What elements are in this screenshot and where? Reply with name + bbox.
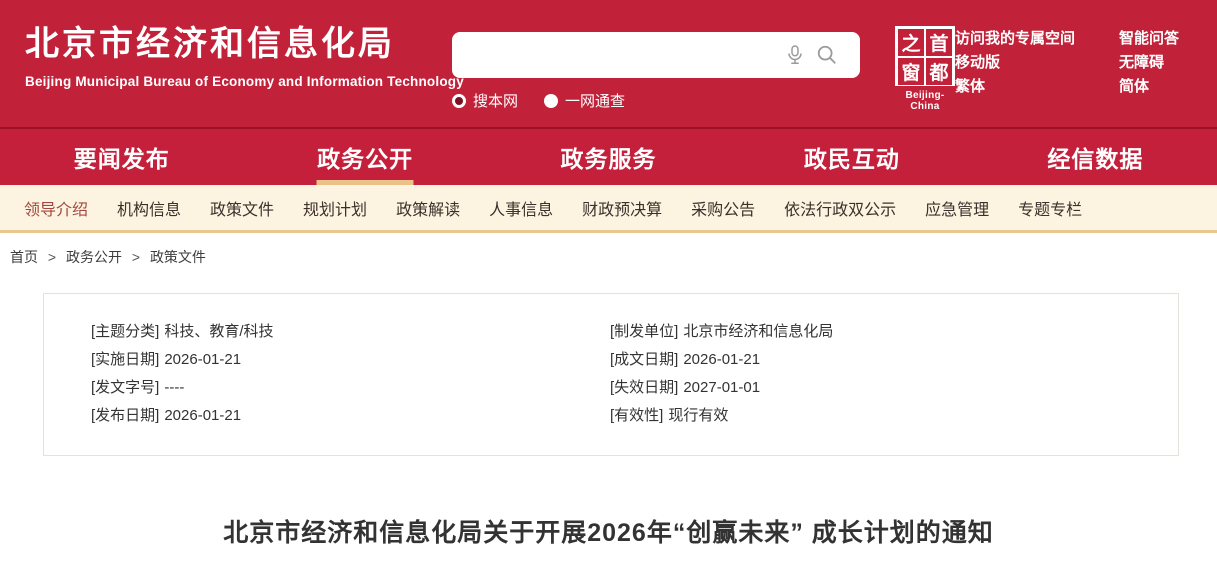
- breadcrumb-policy-documents[interactable]: 政策文件: [150, 249, 206, 265]
- nav-item-label: 政务公开: [317, 140, 413, 174]
- meta-value: ----: [164, 379, 184, 396]
- meta-value: 科技、教育/科技: [164, 323, 273, 340]
- quick-links-col-2: 智能问答 无障碍 简体: [1119, 31, 1179, 94]
- meta-label: [实施日期]: [91, 351, 159, 368]
- nav-item-gov-services[interactable]: 政务服务: [487, 129, 730, 185]
- subnav-item-special-topics[interactable]: 专题专栏: [1018, 196, 1082, 220]
- meta-label: [主题分类]: [91, 323, 159, 340]
- microphone-icon[interactable]: [786, 43, 804, 72]
- subnav-item-policy-documents[interactable]: 政策文件: [210, 196, 274, 220]
- header-quick-links: 访问我的专属空间 移动版 繁体 智能问答 无障碍 简体: [955, 31, 1179, 94]
- meta-value: 2027-01-01: [683, 379, 760, 396]
- metadata-right-column: [制发单位] 北京市经济和信息化局 [成文日期] 2026-01-21 [失效日期]…: [610, 318, 833, 455]
- meta-document-number: [发文字号] ----: [91, 374, 610, 402]
- nav-item-news[interactable]: 要闻发布: [0, 129, 243, 185]
- meta-value: 2026-01-21: [683, 351, 760, 368]
- meta-issuing-unit: [制发单位] 北京市经济和信息化局: [610, 318, 833, 346]
- subnav-item-leadership[interactable]: 领导介绍: [24, 196, 88, 220]
- subnav-item-procurement[interactable]: 采购公告: [691, 196, 755, 220]
- subnav-item-admin-disclosure[interactable]: 依法行政双公示: [784, 196, 896, 220]
- subnav-item-personnel[interactable]: 人事信息: [489, 196, 553, 220]
- search-box[interactable]: [452, 32, 860, 78]
- radio-search-site-label: 搜本网: [473, 90, 518, 111]
- subnav-item-fiscal-budget[interactable]: 财政预决算: [582, 196, 662, 220]
- meta-value: 北京市经济和信息化局: [683, 323, 833, 340]
- meta-publish-date: [发布日期] 2026-01-21: [91, 402, 610, 430]
- radio-unselected-icon[interactable]: [544, 94, 558, 108]
- breadcrumb: 首页 > 政务公开 > 政策文件: [10, 247, 1217, 267]
- portal-logo-grid: 之 首 窗 都: [895, 26, 955, 86]
- breadcrumb-separator: >: [48, 249, 56, 265]
- link-simplified-chinese[interactable]: 简体: [1119, 79, 1179, 94]
- meta-label: [成文日期]: [610, 351, 678, 368]
- meta-label: [失效日期]: [610, 379, 678, 396]
- search-area: 搜本网 一网通查: [452, 32, 860, 111]
- nav-item-label: 要闻发布: [74, 140, 170, 174]
- nav-item-label: 政民互动: [804, 140, 900, 174]
- search-icon[interactable]: [816, 44, 838, 71]
- nav-item-data[interactable]: 经信数据: [974, 129, 1217, 185]
- site-title: 北京市经济和信息化局: [25, 24, 464, 65]
- link-mobile-version[interactable]: 移动版: [955, 55, 1075, 70]
- nav-item-public-interaction[interactable]: 政民互动: [730, 129, 973, 185]
- meta-label: [制发单位]: [610, 323, 678, 340]
- meta-written-date: [成文日期] 2026-01-21: [610, 346, 833, 374]
- site-subtitle: Beijing Municipal Bureau of Economy and …: [25, 74, 464, 89]
- radio-selected-icon[interactable]: [452, 94, 466, 108]
- meta-expiry-date: [失效日期] 2027-01-01: [610, 374, 833, 402]
- subnav-item-emergency[interactable]: 应急管理: [925, 196, 989, 220]
- active-tab-indicator: [317, 180, 414, 185]
- search-scope-options: 搜本网 一网通查: [452, 90, 860, 111]
- nav-item-label: 经信数据: [1047, 140, 1143, 174]
- breadcrumb-home[interactable]: 首页: [10, 249, 38, 265]
- secondary-navigation: 领导介绍 机构信息 政策文件 规划计划 政策解读 人事信息 财政预决算 采购公告…: [0, 185, 1217, 233]
- main-navigation: 要闻发布 政务公开 政务服务 政民互动 经信数据: [0, 127, 1217, 185]
- nav-item-gov-openness[interactable]: 政务公开: [243, 129, 486, 185]
- meta-topic-category: [主题分类] 科技、教育/科技: [91, 318, 610, 346]
- subnav-item-org-info[interactable]: 机构信息: [117, 196, 181, 220]
- portal-caption: Beijing-China: [892, 90, 958, 112]
- quick-links-col-1: 访问我的专属空间 移动版 繁体: [955, 31, 1075, 94]
- site-branding: 北京市经济和信息化局 Beijing Municipal Bureau of E…: [25, 24, 464, 89]
- portal-char: 都: [926, 58, 952, 85]
- breadcrumb-separator: >: [132, 249, 140, 265]
- radio-search-network-label: 一网通查: [565, 90, 625, 111]
- meta-value: 2026-01-21: [164, 351, 241, 368]
- meta-value: 现行有效: [668, 407, 728, 424]
- nav-item-label: 政务服务: [561, 140, 657, 174]
- link-traditional-chinese[interactable]: 繁体: [955, 79, 1075, 94]
- link-accessibility[interactable]: 无障碍: [1119, 55, 1179, 70]
- link-my-space[interactable]: 访问我的专属空间: [955, 31, 1075, 46]
- subnav-item-policy-interpretation[interactable]: 政策解读: [396, 196, 460, 220]
- subnav-item-planning[interactable]: 规划计划: [303, 196, 367, 220]
- portal-char: 首: [926, 29, 952, 56]
- meta-label: [发文字号]: [91, 379, 159, 396]
- link-smart-qa[interactable]: 智能问答: [1119, 31, 1179, 46]
- meta-label: [有效性]: [610, 407, 663, 424]
- site-header: 北京市经济和信息化局 Beijing Municipal Bureau of E…: [0, 0, 1217, 127]
- document-title: 北京市经济和信息化局关于开展2026年“创赢未来” 成长计划的通知: [0, 513, 1217, 549]
- meta-implementation-date: [实施日期] 2026-01-21: [91, 346, 610, 374]
- meta-validity: [有效性] 现行有效: [610, 402, 833, 430]
- document-metadata-box: [主题分类] 科技、教育/科技 [实施日期] 2026-01-21 [发文字号] --…: [43, 293, 1179, 456]
- radio-search-site[interactable]: 搜本网: [452, 90, 518, 111]
- meta-label: [发布日期]: [91, 407, 159, 424]
- metadata-left-column: [主题分类] 科技、教育/科技 [实施日期] 2026-01-21 [发文字号] --…: [91, 318, 610, 455]
- search-input[interactable]: [466, 32, 766, 78]
- beijing-china-portal-logo[interactable]: 之 首 窗 都 Beijing-China: [892, 26, 958, 112]
- breadcrumb-gov-openness[interactable]: 政务公开: [66, 249, 122, 265]
- radio-search-network[interactable]: 一网通查: [544, 90, 625, 111]
- portal-char: 窗: [898, 58, 924, 85]
- portal-char: 之: [898, 29, 924, 56]
- meta-value: 2026-01-21: [164, 407, 241, 424]
